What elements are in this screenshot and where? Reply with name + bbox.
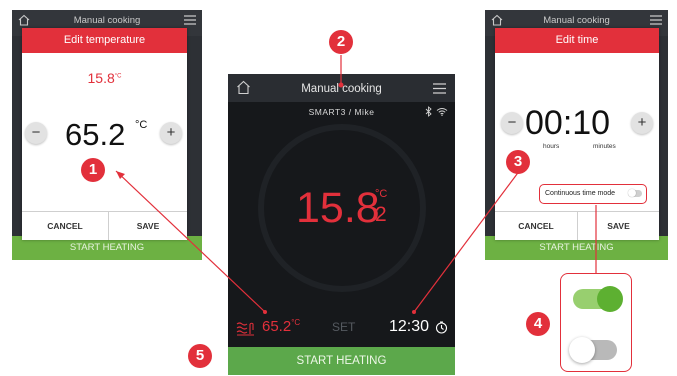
callout-badge-3: 3 (506, 150, 530, 174)
callout-badge-4: 4 (526, 312, 550, 336)
decrease-temperature-button[interactable]: − (25, 122, 47, 144)
dialog-footer: CANCEL SAVE (495, 211, 659, 240)
status-row: 65.2°C SET 12:30 (228, 318, 455, 342)
cancel-button[interactable]: CANCEL (22, 212, 108, 240)
continuous-time-mode-row[interactable]: Continuous time mode (539, 184, 647, 204)
set-temperature-value: 65.2 (262, 318, 292, 335)
edit-time-dialog: Edit time − 00:10 + hours minutes CANCEL… (495, 28, 659, 240)
start-heating-button[interactable]: START HEATING (228, 347, 455, 375)
continuous-time-mode-label: Continuous time mode (545, 190, 616, 197)
callout-badge-2: 2 (329, 30, 353, 54)
menu-icon[interactable] (184, 15, 196, 25)
right-header-title: Manual cooking (543, 15, 610, 26)
edit-temperature-dialog: Edit temperature 15.8°C − 65.2 °C + CANC… (22, 28, 187, 240)
dialog-title: Edit temperature (22, 28, 187, 53)
water-heating-icon[interactable] (236, 321, 256, 336)
home-icon[interactable] (18, 14, 30, 26)
current-temp-value: 15.8 (87, 70, 115, 86)
decrease-time-button[interactable]: − (501, 112, 523, 134)
save-button[interactable]: SAVE (578, 212, 659, 240)
set-label: SET (332, 320, 356, 334)
toggle-off[interactable] (569, 337, 617, 363)
target-temperature-unit: °C (135, 119, 148, 131)
time-value: 00:10 (525, 104, 611, 142)
wifi-icon (436, 108, 448, 116)
timer-icon[interactable] (435, 321, 448, 334)
cancel-button[interactable]: CANCEL (495, 212, 577, 240)
increase-temperature-button[interactable]: + (160, 122, 182, 144)
home-icon[interactable] (491, 14, 503, 26)
timer-value[interactable]: 12:30 (389, 318, 429, 336)
toggle-on[interactable] (573, 286, 623, 312)
set-temperature-unit: °C (291, 318, 301, 327)
target-temperature-value: 65.2 (65, 117, 126, 152)
program-user-label: SMART3 / Mike (308, 107, 375, 117)
menu-icon[interactable] (650, 15, 662, 25)
increase-time-button[interactable]: + (631, 112, 653, 134)
current-temp-unit: °C (114, 73, 122, 80)
dialog-footer: CANCEL SAVE (22, 211, 187, 240)
toggle-on-knob (597, 286, 623, 312)
save-button[interactable]: SAVE (109, 212, 187, 240)
menu-icon[interactable] (433, 83, 446, 94)
callout-badge-1: 1 (81, 158, 105, 182)
callout-badge-5: 5 (188, 344, 212, 368)
dialog-title: Edit time (495, 28, 659, 53)
toggle-off-knob (569, 337, 595, 363)
main-header: Manual cooking (228, 74, 455, 102)
home-icon[interactable] (236, 80, 251, 95)
hours-label: hours (543, 143, 560, 150)
core-temperature-decimal: 2 (375, 203, 387, 226)
bluetooth-icon (425, 106, 432, 117)
minutes-label: minutes (593, 143, 616, 150)
core-temperature-value: 15.8 (296, 184, 380, 232)
edit-temperature-screen: Manual cooking START HEATING Edit temper… (12, 10, 202, 260)
core-temperature-unit: °C (375, 188, 388, 200)
current-temperature: 15.8°C (22, 70, 187, 86)
toggle-states-callout (560, 273, 632, 372)
left-header-title: Manual cooking (73, 15, 141, 26)
continuous-time-mode-toggle[interactable] (628, 189, 642, 197)
set-temperature[interactable]: 65.2°C (262, 318, 300, 335)
edit-time-screen: Manual cooking START HEATING Edit time −… (485, 10, 668, 260)
main-header-title: Manual cooking (301, 83, 382, 95)
manual-cooking-screen: Manual cooking SMART3 / Mike 15.8 °C 2 6… (228, 74, 455, 375)
